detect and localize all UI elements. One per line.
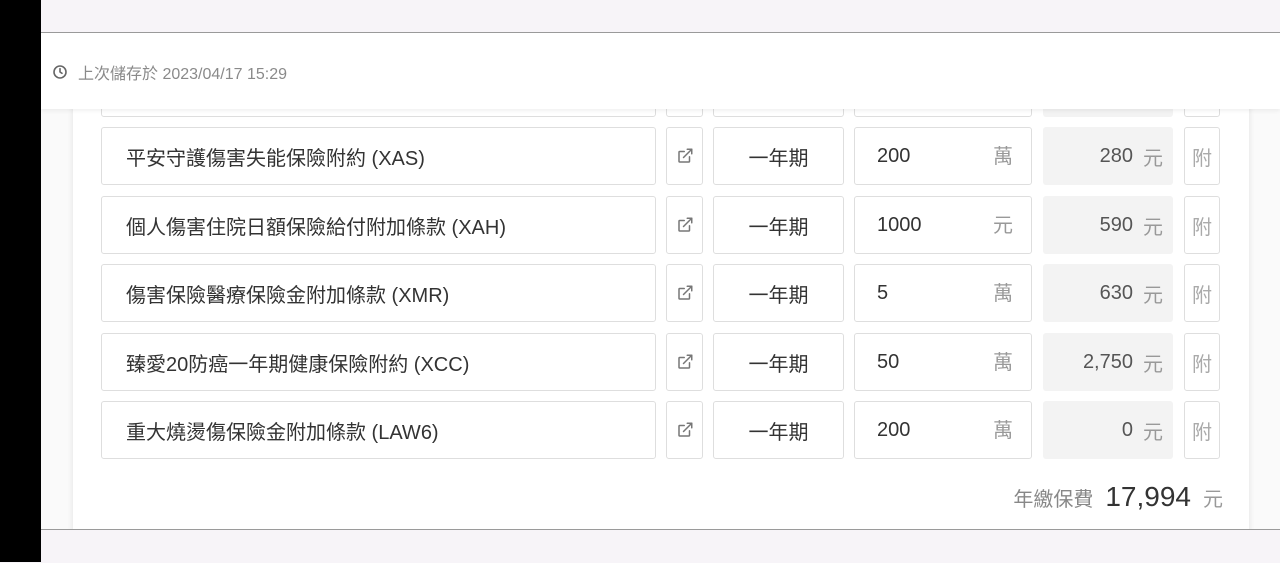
premium-unit: 元 bbox=[1143, 421, 1163, 444]
rider-name-field[interactable]: 傷害保險醫療保險金附加條款 (XMR) bbox=[101, 264, 656, 322]
amount-value: 5 bbox=[877, 281, 889, 304]
premium-value: 630 bbox=[1099, 281, 1133, 304]
open-rider-link-button[interactable] bbox=[666, 264, 703, 322]
rider-name-field[interactable]: 臻愛20防癌一年期健康保險附約 (XCC) bbox=[101, 333, 656, 391]
amount-value: 1000 bbox=[877, 213, 922, 236]
rider-name-field[interactable]: 平安守護傷害失能保險附約 (XAS) bbox=[101, 127, 656, 185]
coverage-amount-input[interactable]: 200 萬 bbox=[854, 401, 1032, 459]
amount-unit: 萬 bbox=[993, 282, 1013, 305]
term-select[interactable]: 一年期 bbox=[713, 264, 844, 322]
term-value: 一年期 bbox=[748, 421, 809, 444]
term-value: 一年期 bbox=[748, 216, 809, 239]
premium-field: 630 元 bbox=[1043, 264, 1173, 322]
rider-name: 個人傷害住院日額保險給付附加條款 (XAH) bbox=[126, 216, 506, 239]
coverage-amount-input[interactable]: 1000 元 bbox=[854, 196, 1032, 254]
rider-name-field[interactable]: 個人傷害住院日額保險給付附加條款 (XAH) bbox=[101, 196, 656, 254]
rider-tag: 附 bbox=[1184, 401, 1220, 459]
amount-unit: 萬 bbox=[993, 145, 1013, 168]
rider-name: 傷害保險醫療保險金附加條款 (XMR) bbox=[126, 284, 450, 307]
open-rider-link-button[interactable] bbox=[666, 401, 703, 459]
rider-tag: 附 bbox=[1184, 333, 1220, 391]
annual-premium-total: 年繳保費 17,994 元 bbox=[963, 481, 1223, 513]
rider-name: 臻愛20防癌一年期健康保險附約 (XCC) bbox=[126, 353, 470, 376]
coverage-amount-input[interactable]: 50 萬 bbox=[854, 333, 1032, 391]
clock-icon bbox=[53, 65, 67, 79]
rider-tag: 附 bbox=[1184, 127, 1220, 185]
premium-field: 0元 bbox=[1043, 401, 1173, 459]
amount-unit: 萬 bbox=[993, 351, 1013, 374]
last-saved-text: 上次儲存於 2023/04/17 15:29 bbox=[78, 66, 288, 83]
external-link-icon bbox=[677, 422, 692, 437]
premium-unit: 元 bbox=[1143, 284, 1163, 307]
amount-value: 200 bbox=[877, 144, 911, 167]
rider-tag: 附 bbox=[1184, 264, 1220, 322]
save-status-bar: 上次儲存於 2023/04/17 15:29 bbox=[41, 33, 1280, 109]
total-label: 年繳保費 bbox=[1013, 489, 1094, 511]
premium-unit: 元 bbox=[1143, 353, 1163, 376]
premium-value: 2,750 bbox=[1082, 350, 1133, 373]
rider-label: 附 bbox=[1192, 421, 1212, 444]
term-select[interactable]: 一年期 bbox=[713, 333, 844, 391]
rider-label: 附 bbox=[1192, 216, 1212, 239]
amount-unit: 萬 bbox=[993, 419, 1013, 442]
external-link-icon bbox=[677, 354, 692, 369]
open-rider-link-button[interactable] bbox=[666, 196, 703, 254]
open-rider-link-button[interactable] bbox=[666, 333, 703, 391]
coverage-amount-input[interactable]: 200 萬 bbox=[854, 127, 1032, 185]
total-value: 17,994 bbox=[1105, 481, 1191, 512]
premium-value: 590 bbox=[1099, 213, 1133, 236]
last-saved-status: 上次儲存於 2023/04/17 15:29 bbox=[52, 60, 287, 84]
rider-name: 重大燒燙傷保險金附加條款 (LAW6) bbox=[126, 421, 439, 444]
term-value: 一年期 bbox=[748, 147, 809, 170]
term-select[interactable]: 一年期 bbox=[713, 401, 844, 459]
premium-unit: 元 bbox=[1143, 147, 1163, 170]
coverage-amount-input[interactable]: 5萬 bbox=[854, 264, 1032, 322]
rider-label: 附 bbox=[1192, 147, 1212, 170]
rider-tag: 附 bbox=[1184, 196, 1220, 254]
premium-field: 590 元 bbox=[1043, 196, 1173, 254]
external-link-icon bbox=[677, 148, 692, 163]
left-black-bar bbox=[0, 0, 41, 562]
premium-field: 2,750 元 bbox=[1043, 333, 1173, 391]
amount-value: 50 bbox=[877, 350, 900, 373]
external-link-icon bbox=[677, 285, 692, 300]
amount-unit: 元 bbox=[993, 214, 1013, 237]
premium-value: 280 bbox=[1099, 144, 1133, 167]
bottom-band bbox=[41, 529, 1280, 563]
amount-value: 200 bbox=[877, 418, 911, 441]
premium-value: 0 bbox=[1121, 418, 1133, 441]
premium-unit: 元 bbox=[1143, 216, 1163, 239]
term-select[interactable]: 一年期 bbox=[713, 196, 844, 254]
external-link-icon bbox=[677, 217, 692, 232]
rider-name: 平安守護傷害失能保險附約 (XAS) bbox=[126, 147, 425, 170]
top-band bbox=[41, 0, 1280, 33]
rider-label: 附 bbox=[1192, 284, 1212, 307]
term-value: 一年期 bbox=[748, 353, 809, 376]
term-select[interactable]: 一年期 bbox=[713, 127, 844, 185]
open-rider-link-button[interactable] bbox=[666, 127, 703, 185]
premium-field: 280 元 bbox=[1043, 127, 1173, 185]
rider-name-field[interactable]: 重大燒燙傷保險金附加條款 (LAW6) bbox=[101, 401, 656, 459]
rider-label: 附 bbox=[1192, 353, 1212, 376]
content-viewport: 平安守護傷害失能保險附約 (XAS) 一年期 200 萬 280 元 附 個人傷害住… bbox=[41, 33, 1280, 529]
total-unit: 元 bbox=[1203, 489, 1223, 511]
term-value: 一年期 bbox=[748, 284, 809, 307]
